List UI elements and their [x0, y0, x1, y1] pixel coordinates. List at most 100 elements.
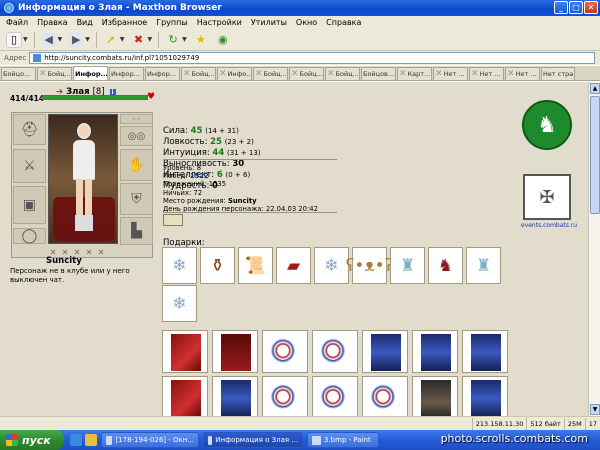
tab-6[interactable]: ✕ Инфо...	[217, 67, 252, 80]
candle-gift-icon[interactable]: ♜	[390, 247, 425, 284]
folder-icon[interactable]	[85, 434, 97, 446]
menu-utilities[interactable]: Утилиты	[251, 18, 287, 27]
boots-slot-icon[interactable]: ▙	[120, 217, 153, 245]
back-icon[interactable]: ◀	[40, 31, 57, 48]
rocking-horse-gift-icon[interactable]: ♞	[428, 247, 463, 284]
close-tab-icon[interactable]: ✕	[291, 69, 299, 79]
shield-slot-icon[interactable]: ⛨	[120, 183, 153, 215]
favorites-star-icon[interactable]: ★	[193, 32, 209, 48]
card-item[interactable]	[462, 376, 508, 416]
rings-slot-icon[interactable]: ◎◎	[120, 126, 153, 146]
vertical-scrollbar[interactable]: ▲ ▼	[588, 82, 600, 416]
snowflake-gift-icon[interactable]: ❄	[162, 285, 197, 322]
card-item[interactable]	[262, 330, 308, 373]
card-item[interactable]	[162, 330, 208, 373]
chevron-down-icon[interactable]: ▼	[58, 36, 63, 43]
home-globe-icon[interactable]: ◉	[215, 32, 231, 48]
card-item[interactable]	[362, 330, 408, 373]
card-item[interactable]	[312, 376, 358, 416]
scroll-up-icon[interactable]: ▲	[590, 83, 600, 94]
tab-15[interactable]: Нет стра...	[541, 67, 575, 80]
armor-slot-icon[interactable]: ▣	[13, 186, 46, 224]
tab-4[interactable]: Инфор...	[145, 67, 180, 80]
forward-icon[interactable]: ▶	[68, 31, 85, 48]
belt-slot-icon[interactable]: ◯	[13, 228, 46, 244]
chevron-down-icon[interactable]: ▼	[148, 36, 153, 43]
clan-logo-icon[interactable]: ♞	[522, 100, 572, 150]
events-link[interactable]: events.combats.ru	[521, 222, 577, 229]
tab-1[interactable]: ✕ Бойц...	[37, 67, 72, 80]
start-button[interactable]: пуск	[0, 430, 64, 450]
snowflake-gift-icon[interactable]: ❄	[314, 247, 349, 284]
menu-settings[interactable]: Настройки	[197, 18, 242, 27]
refresh-icon[interactable]: ↻	[165, 32, 181, 48]
taskbar-item[interactable]: [178-194-026] - Окн...	[101, 432, 199, 448]
taskbar-item[interactable]: 3.bmp - Paint	[307, 432, 379, 448]
card-item[interactable]	[212, 376, 258, 416]
scroll-thumb[interactable]	[590, 96, 600, 214]
menu-file[interactable]: Файл	[6, 18, 28, 27]
earring-slot-icon[interactable]: ◦◦	[120, 114, 153, 124]
tab-3[interactable]: Инфор...	[109, 67, 144, 80]
tab-12[interactable]: ✕ Нет ...	[433, 67, 468, 80]
card-item[interactable]	[462, 330, 508, 373]
maximize-button[interactable]: □	[569, 1, 583, 14]
menu-window[interactable]: Окно	[296, 18, 317, 27]
new-page-icon[interactable]: ▯	[6, 31, 22, 48]
teddy-bear-gift-icon[interactable]: ʕ•ᴥ•ʔ	[346, 247, 393, 284]
address-input[interactable]: http://suncity.combats.ru/inf.pl?1051029…	[29, 52, 596, 64]
close-tab-icon[interactable]: ✕	[399, 69, 407, 79]
scroll-down-icon[interactable]: ▼	[590, 404, 600, 415]
tab-5[interactable]: ✕ Бойц...	[181, 67, 216, 80]
chevron-down-icon[interactable]: ▼	[23, 36, 28, 43]
close-tab-icon[interactable]: ✕	[39, 69, 47, 79]
card-item[interactable]	[262, 376, 308, 416]
close-tab-icon[interactable]: ✕	[255, 69, 263, 79]
chevron-down-icon[interactable]: ▼	[120, 36, 125, 43]
scroll-gift-icon[interactable]: 📜	[238, 247, 273, 284]
menu-groups[interactable]: Группы	[156, 18, 187, 27]
close-tab-icon[interactable]: ✕	[507, 69, 515, 79]
events-banner-icon[interactable]: ✠	[523, 174, 571, 220]
chevron-down-icon[interactable]: ▼	[182, 36, 187, 43]
tab-14[interactable]: ✕ Нет ...	[505, 67, 540, 80]
close-tab-icon[interactable]: ✕	[471, 69, 479, 79]
close-button[interactable]: ✕	[584, 1, 598, 14]
menu-view[interactable]: Вид	[77, 18, 93, 27]
close-tab-icon[interactable]: ✕	[219, 69, 227, 79]
tab-9[interactable]: ✕ Бойц...	[325, 67, 360, 80]
tab-0[interactable]: Бойцо...	[1, 67, 36, 80]
card-item[interactable]	[212, 330, 258, 373]
tab-10[interactable]: Бойцов...	[361, 67, 396, 80]
menu-help[interactable]: Справка	[326, 18, 361, 27]
menu-edit[interactable]: Правка	[37, 18, 67, 27]
pot-gift-icon[interactable]: ⚱	[200, 247, 235, 284]
menu-favorites[interactable]: Избранное	[102, 18, 147, 27]
stop-icon[interactable]: ✖	[131, 32, 147, 48]
candle-gift-icon[interactable]: ♜	[466, 247, 501, 284]
ie-icon[interactable]	[70, 434, 82, 446]
gloves-slot-icon[interactable]: ✋	[120, 149, 153, 181]
tab-2[interactable]: Инфор...	[73, 66, 108, 80]
helmet-slot-icon[interactable]: ⛑	[13, 114, 46, 145]
close-tab-icon[interactable]: ✕	[183, 69, 191, 79]
empty-slot-icon[interactable]: ✕	[84, 247, 94, 257]
close-tab-icon[interactable]: ✕	[435, 69, 443, 79]
card-item[interactable]	[412, 330, 458, 373]
close-tab-icon[interactable]: ✕	[327, 69, 335, 79]
chevron-down-icon[interactable]: ▼	[85, 36, 90, 43]
card-item[interactable]	[312, 330, 358, 373]
scroll-item-icon[interactable]	[163, 214, 183, 226]
tab-13[interactable]: ✕ Нет ...	[469, 67, 504, 80]
taskbar-item[interactable]: Информация о Злая ...	[203, 432, 303, 448]
empty-slot-icon[interactable]: ✕	[96, 247, 106, 257]
card-item[interactable]	[412, 376, 458, 416]
card-item[interactable]	[362, 376, 408, 416]
tab-11[interactable]: ✕ Карт...	[397, 67, 432, 80]
card-item[interactable]	[162, 376, 208, 416]
sword-slot-icon[interactable]: ⚔	[13, 149, 46, 183]
chest-gift-icon[interactable]: ▰	[276, 247, 311, 284]
tab-7[interactable]: ✕ Бойц...	[253, 67, 288, 80]
tab-8[interactable]: ✕ Бойц...	[289, 67, 324, 80]
snowflake-gift-icon[interactable]: ❄	[162, 247, 197, 284]
